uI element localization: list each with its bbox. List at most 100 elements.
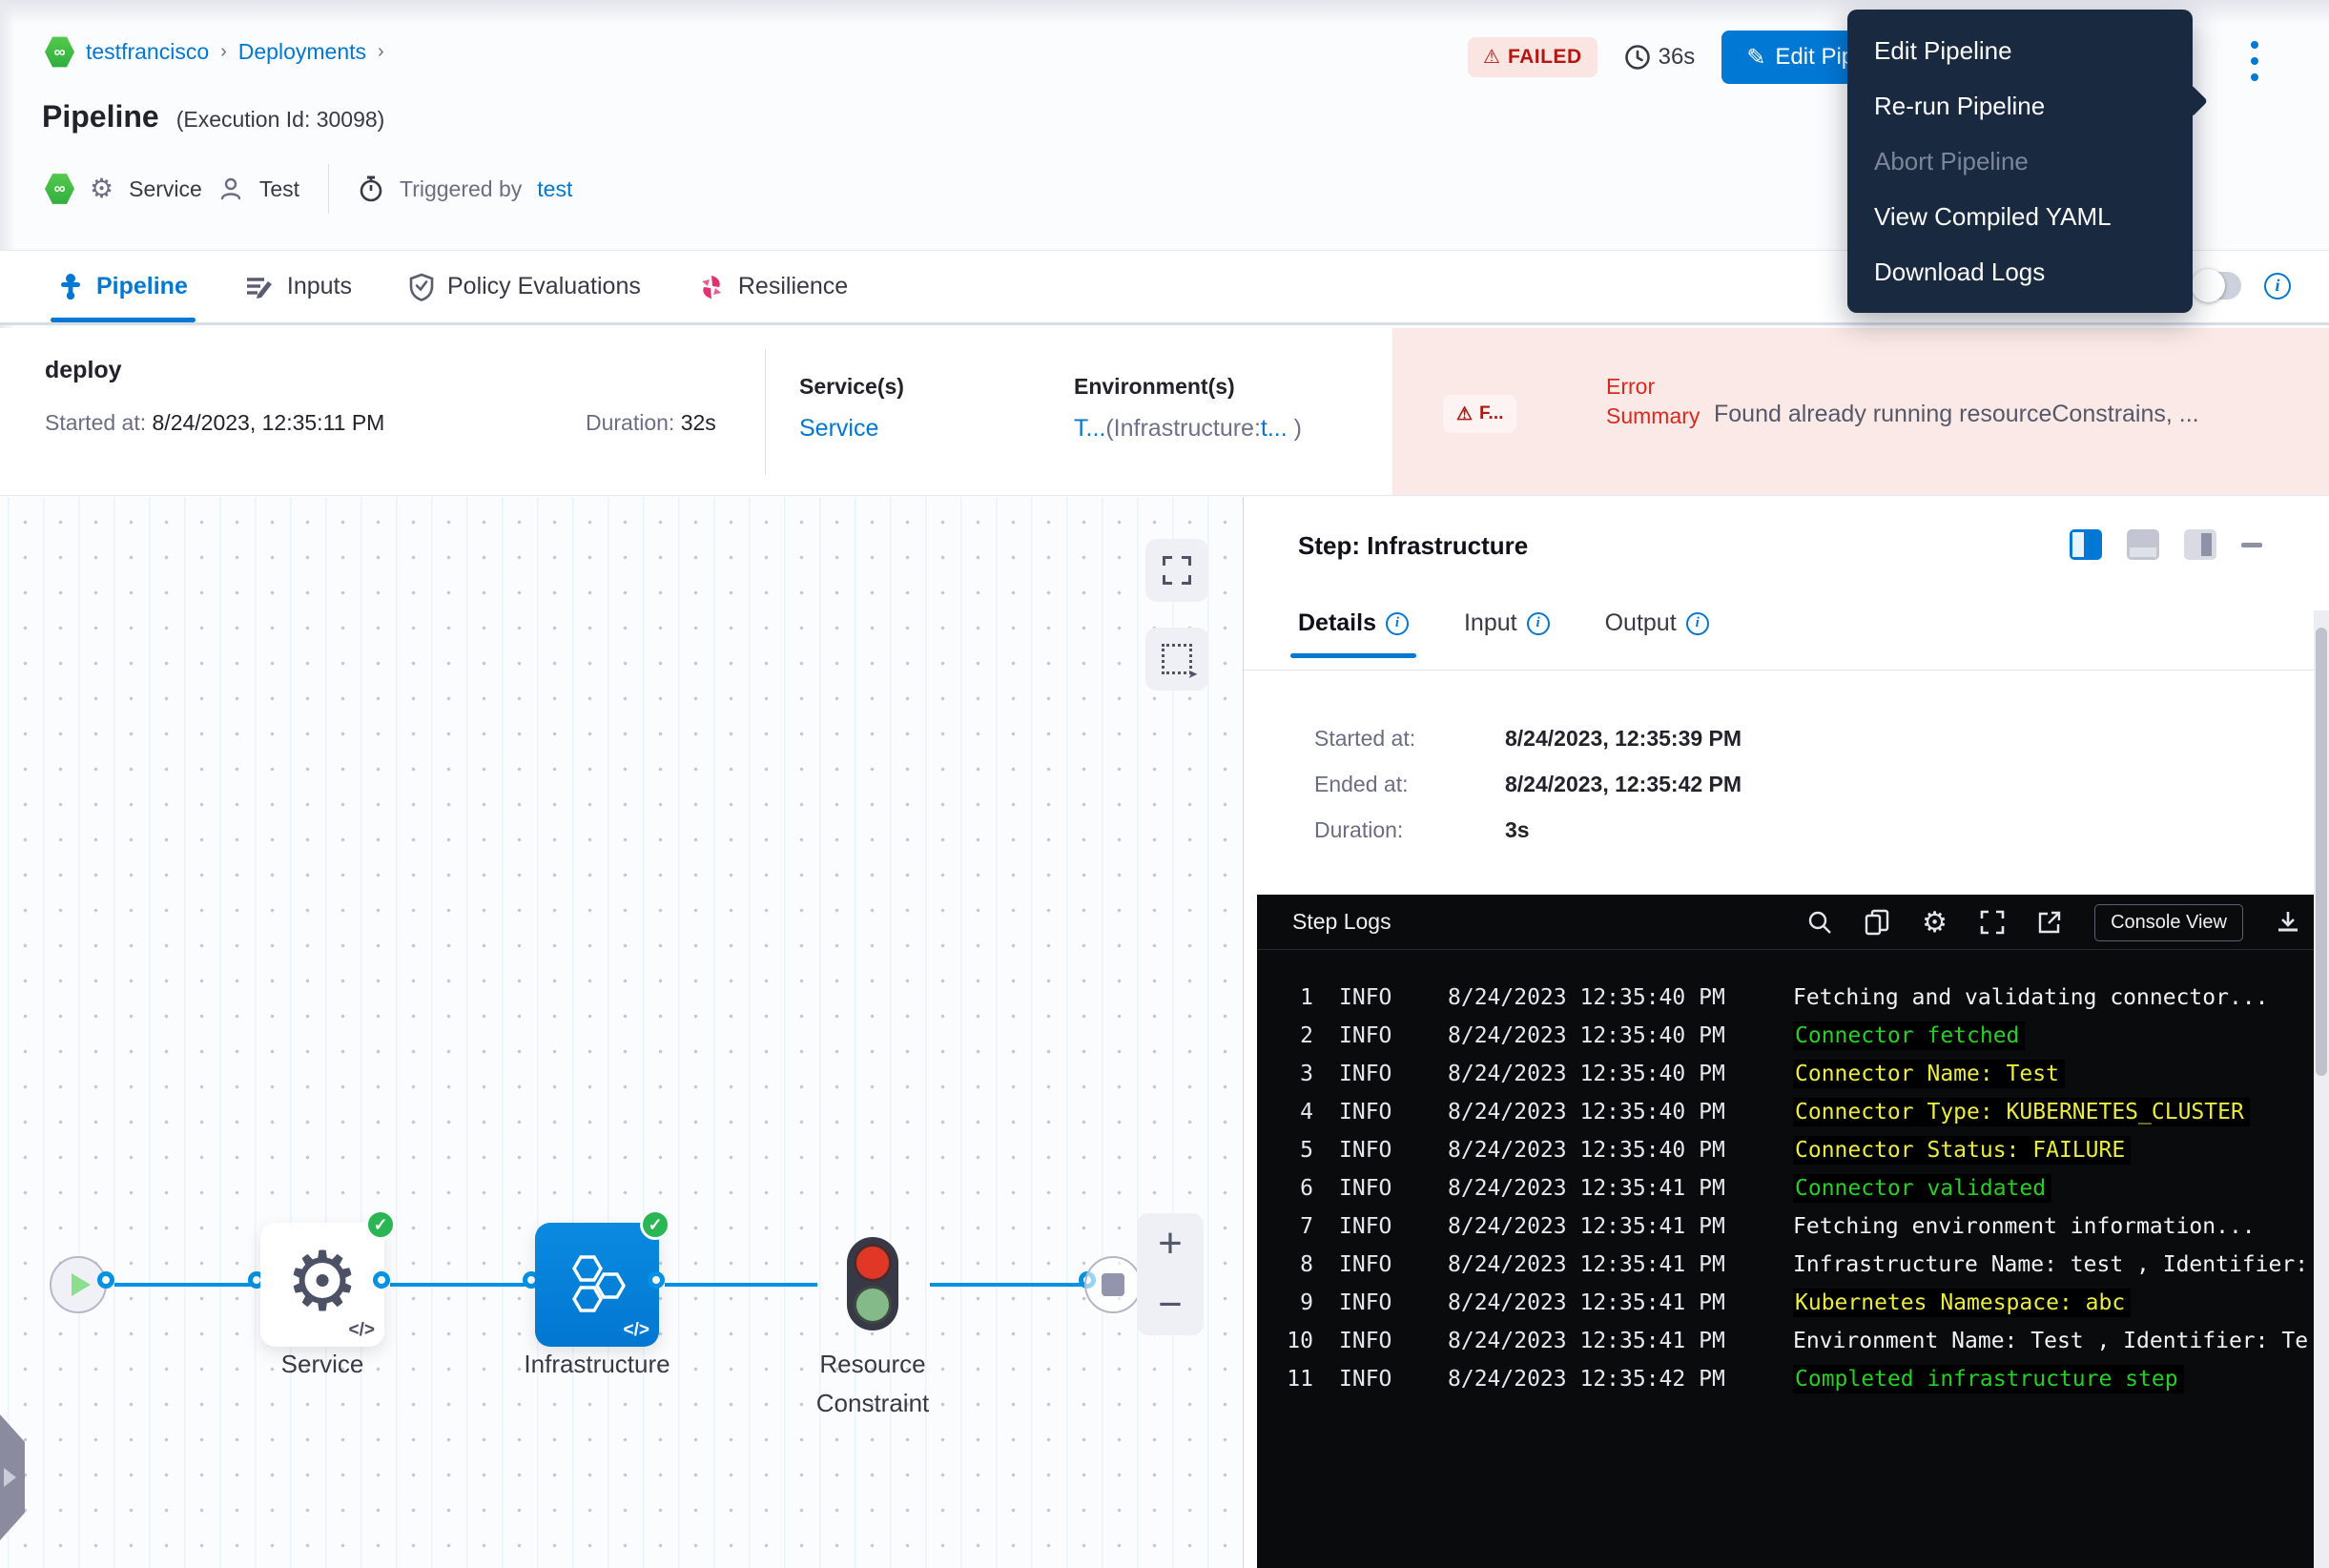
log-line: 9INFO8/24/2023 12:35:41 PMKubernetes Nam… [1257,1284,2329,1322]
environment-value: T...(Infrastructure:t... ) [1074,415,1302,443]
page-title: Pipeline [42,99,159,134]
failed-chip: ⚠ F... [1443,395,1516,433]
canvas-multiselect-button[interactable] [1145,628,1208,691]
resilience-chaos-icon [698,274,725,300]
log-line: 7INFO8/24/2023 12:35:41 PMFetching envir… [1257,1207,2329,1246]
info-icon[interactable]: i [1686,612,1709,635]
traffic-light-green [854,1286,892,1324]
triggered-by-user-link[interactable]: test [537,176,572,202]
expand-logs-icon[interactable] [1980,910,2005,935]
log-settings-gear-icon[interactable]: ⚙ [1922,906,1948,939]
code-tag: </> [624,1320,649,1341]
tab-output[interactable]: Output i [1605,609,1709,658]
tab-pipeline[interactable]: Pipeline [56,251,190,322]
log-lines[interactable]: 1INFO8/24/2023 12:35:40 PMFetching and v… [1257,979,2329,1398]
environments-label: Environment(s) [1074,374,1302,400]
panel-scrollbar[interactable] [2314,610,2329,1568]
triggered-by-label: Triggered by [400,176,522,202]
shield-check-icon [409,273,434,301]
console-view-button[interactable]: Console View [2094,904,2243,941]
total-duration: 36s [1624,44,1696,71]
node-label-resource-constraint: Resource Constraint [792,1345,954,1423]
breadcrumb-deployments-link[interactable]: Deployments [238,39,366,65]
left-drawer-handle[interactable] [0,1414,25,1540]
panel-layout-switcher [2070,529,2262,560]
menu-item-rerun-pipeline[interactable]: Re-run Pipeline [1847,78,2193,134]
pipeline-meta-row: ∞ ⚙ Service Test Triggered by test [45,164,572,214]
pipeline-graph-canvas[interactable]: ⚙ ✓ </> ✓ </> Service Infrastructure Res… [0,497,1243,1568]
connector-dot [373,1271,390,1289]
copy-logs-icon[interactable] [1865,909,1889,936]
detail-row-ended: Ended at: 8/24/2023, 12:35:42 PM [1314,772,1408,797]
traffic-light-red [854,1244,892,1282]
detail-row-started: Started at: 8/24/2023, 12:35:39 PM [1314,726,1415,752]
open-in-new-window-icon[interactable] [2037,910,2062,935]
info-icon[interactable]: i [2264,273,2291,299]
menu-item-edit-pipeline[interactable]: Edit Pipeline [1847,23,2193,78]
tab-resilience[interactable]: Resilience [696,251,850,322]
error-summary-label: Error Summary [1606,372,1700,431]
pipeline-options-menu: Edit Pipeline Re-run Pipeline Abort Pipe… [1847,10,2193,313]
selection-box-icon [1162,644,1192,674]
error-summary-message[interactable]: Found already running resourceConstrains… [1714,401,2300,428]
environment-link[interactable]: T... [1074,415,1105,442]
console-header: Step Logs ⚙ Console View [1257,895,2329,950]
connector-dot [648,1271,665,1289]
zoom-in-button[interactable]: + [1137,1213,1204,1274]
cd-module-icon: ∞ [45,174,74,205]
code-tag: </> [349,1320,375,1341]
stopwatch-icon [358,175,384,203]
zoom-out-button[interactable]: − [1137,1274,1204,1335]
infrastructure-hexagons-icon [562,1253,632,1316]
execution-id: (Execution Id: 30098) [176,107,385,133]
infrastructure-link[interactable]: t... [1261,415,1288,442]
edge-service-infra [390,1283,537,1287]
menu-item-download-logs[interactable]: Download Logs [1847,244,2193,299]
search-logs-icon[interactable] [1807,910,1832,935]
info-icon[interactable]: i [1527,612,1550,635]
debug-toggle[interactable] [2192,272,2241,299]
menu-item-view-compiled-yaml[interactable]: View Compiled YAML [1847,189,2193,244]
end-node[interactable] [1084,1256,1142,1313]
scrollbar-thumb[interactable] [2316,628,2327,1076]
more-options-kebab-menu[interactable] [2243,34,2266,88]
chevron-right-icon: › [378,41,384,63]
stop-icon [1102,1273,1124,1296]
breadcrumb-project-link[interactable]: testfrancisco [86,39,209,65]
meta-service-label: Service [129,176,202,202]
tab-inputs[interactable]: Inputs [243,251,354,322]
node-label-infrastructure: Infrastructure [506,1345,688,1384]
step-detail-tabs: Details i Input i Output i [1298,609,1709,658]
services-label: Service(s) [799,374,904,400]
stage-duration: Duration: 32s [586,410,716,436]
service-gear-icon: ⚙ [285,1241,359,1323]
log-line: 3INFO8/24/2023 12:35:40 PMConnector Name… [1257,1055,2329,1093]
log-line: 1INFO8/24/2023 12:35:40 PMFetching and v… [1257,979,2329,1017]
layout-minimized-view-icon[interactable] [2184,529,2216,560]
tab-details[interactable]: Details i [1298,609,1409,658]
log-line: 4INFO8/24/2023 12:35:40 PMConnector Type… [1257,1093,2329,1131]
stage-name[interactable]: deploy [45,357,122,384]
tab-policy-evaluations[interactable]: Policy Evaluations [407,251,643,322]
canvas-fullscreen-button[interactable] [1145,539,1208,602]
divider [328,164,329,214]
log-line: 6INFO8/24/2023 12:35:41 PMConnector vali… [1257,1169,2329,1207]
layout-right-view-icon[interactable] [2070,529,2102,560]
detail-row-duration: Duration: 3s [1314,817,1403,843]
step-panel-title: Step: Infrastructure [1298,531,1528,561]
node-resource-constraint[interactable] [847,1237,898,1331]
tab-input[interactable]: Input i [1464,609,1550,658]
download-logs-icon[interactable] [2276,910,2300,935]
minimize-panel-button[interactable] [2241,543,2262,547]
log-line: 10INFO8/24/2023 12:35:41 PMEnvironment N… [1257,1322,2329,1360]
node-service[interactable]: ⚙ ✓ </> [260,1223,384,1347]
layout-bottom-view-icon[interactable] [2127,529,2159,560]
node-infrastructure[interactable]: ✓ </> [535,1223,659,1347]
info-icon[interactable]: i [1386,612,1409,635]
stage-summary-bar: deploy Started at: 8/24/2023, 12:35:11 P… [0,328,2329,496]
service-gear-icon: ⚙ [90,175,113,202]
service-link[interactable]: Service [799,415,904,443]
menu-item-abort-pipeline[interactable]: Abort Pipeline [1847,134,2193,189]
environment-user-icon [217,175,244,202]
fullscreen-icon [1163,556,1191,585]
